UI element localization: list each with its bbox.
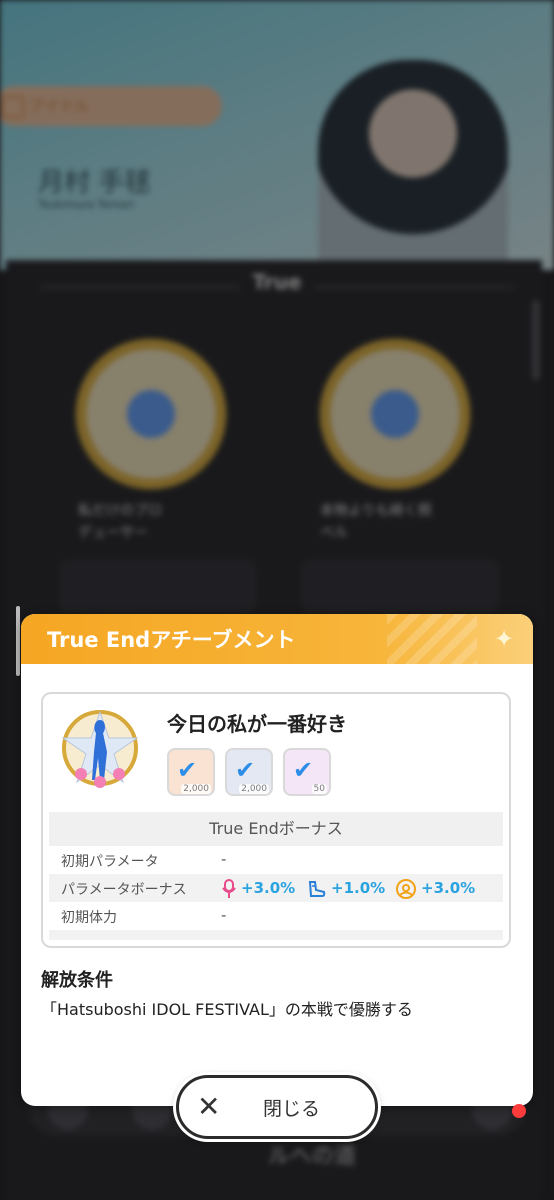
achievement-name: 今日の私が一番好き [167, 712, 347, 736]
reward-item[interactable]: ✔ 2,000 [167, 748, 215, 796]
achievement-card: 今日の私が一番好き ✔ 2,000 ✔ 2,000 ✔ 50 True Endボ… [41, 692, 511, 948]
close-icon: ✕ [197, 1090, 221, 1123]
reward-amount: 50 [311, 784, 327, 794]
close-button-label: 閉じる [263, 1098, 321, 1120]
row-value: - [221, 906, 227, 924]
visual-bonus: +3.0% [395, 876, 475, 900]
modal-title: True Endアチーブメント [47, 628, 296, 652]
vocal-bonus-value: +3.0% [241, 879, 296, 897]
unlock-condition-title: 解放条件 [41, 970, 113, 991]
close-button[interactable]: ✕ 閉じる [176, 1075, 378, 1139]
row-label: 初期パラメータ [61, 854, 159, 870]
true-end-achievement-modal: True Endアチーブメント ✦ 今日の私が一番好き ✔ 2,000 ✔ 2,… [21, 614, 533, 1106]
vocal-bonus: +3.0% [221, 876, 295, 900]
visual-star-icon [396, 878, 416, 899]
bonus-header: True Endボーナス [49, 812, 503, 846]
microphone-icon [222, 878, 236, 898]
row-label: 初期体力 [61, 910, 117, 926]
row-label: パラメータボーナス [61, 882, 187, 898]
notification-badge [512, 1104, 526, 1118]
row-value: - [221, 850, 227, 868]
table-row-spacer [49, 930, 503, 940]
reward-amount: 2,000 [239, 784, 269, 794]
sparkle-icon: ✦ [493, 625, 515, 653]
header-stripes [387, 614, 477, 664]
check-icon: ✔ [235, 756, 256, 784]
dance-shoe-icon [308, 880, 326, 897]
param-bonus-row: パラメータボーナス +3.0% +1.0% +3.0% [49, 874, 503, 902]
initial-stamina-row: 初期体力 - [49, 902, 503, 930]
dance-bonus: +1.0% [307, 876, 385, 900]
side-scroll-indicator [16, 606, 20, 676]
check-icon: ✔ [293, 756, 314, 784]
visual-bonus-value: +3.0% [421, 879, 476, 897]
reward-amount: 2,000 [181, 784, 211, 794]
check-icon: ✔ [177, 756, 198, 784]
reward-item[interactable]: ✔ 2,000 [225, 748, 273, 796]
dance-bonus-value: +1.0% [331, 879, 386, 897]
modal-header: True Endアチーブメント ✦ [21, 614, 533, 664]
initial-params-row: 初期パラメータ - [49, 846, 503, 874]
achievement-badge-icon [61, 710, 139, 788]
unlock-condition-text: 「Hatsuboshi IDOL FESTIVAL」の本戦で優勝する [41, 1000, 413, 1019]
reward-item[interactable]: ✔ 50 [283, 748, 331, 796]
